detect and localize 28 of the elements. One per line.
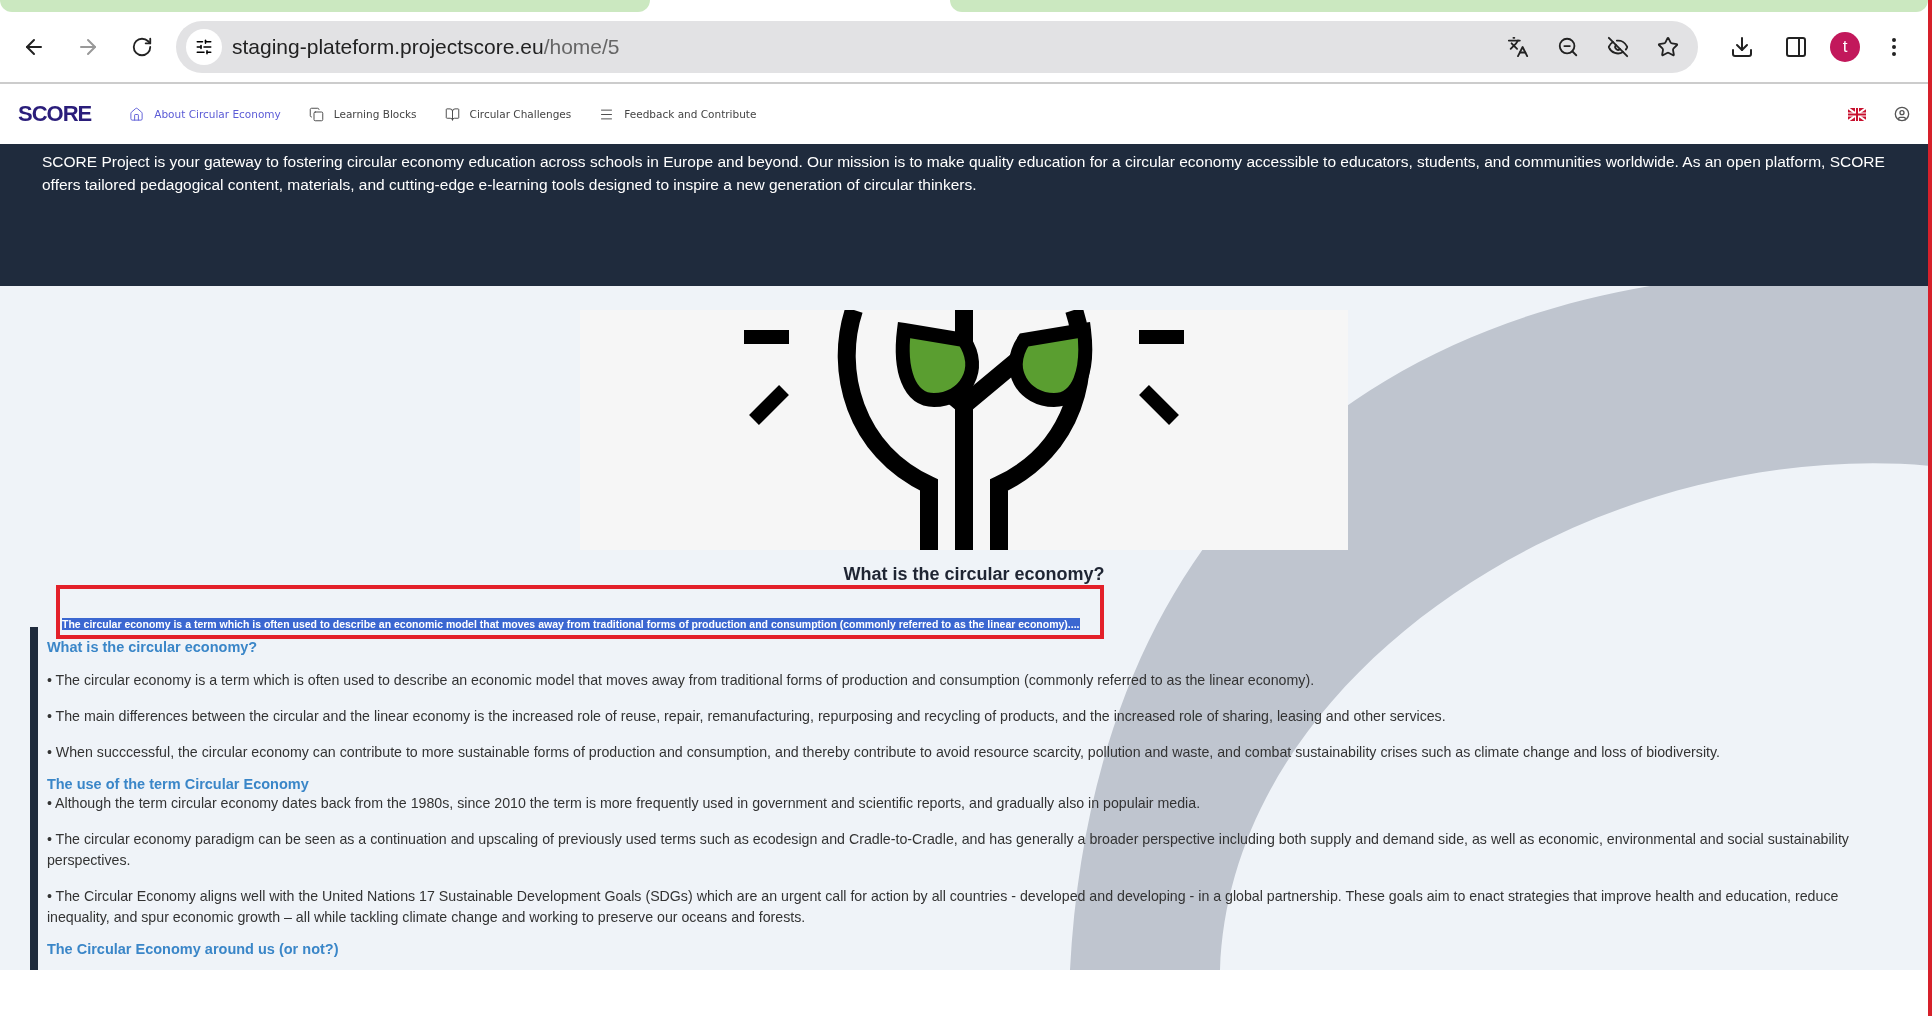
subheading: The use of the term Circular Economy (46, 776, 310, 792)
nav-link[interactable]: Circular Challenges (444, 106, 572, 122)
reload-icon (131, 36, 153, 58)
copy-icon (308, 106, 324, 122)
profile-avatar[interactable]: t (1830, 32, 1860, 62)
bullet-paragraph: • The Circular Economy aligns well with the United Nations 17 Sustainable Development Goals (SDGs) which are an urgent call for action by all countries - developed and developing - in a global partnership. These goals aim to enact strategies that improve health and education, reduce inequality, and spur economic growth – all while tackling climate change and working to preserve our oceans and forests. (46, 887, 1840, 927)
site-settings-icon[interactable] (186, 29, 222, 65)
section-title: What is the circular economy? (843, 564, 1105, 585)
uk-flag-icon[interactable] (1848, 107, 1866, 121)
nav-link[interactable]: About Circular Economy (129, 106, 281, 122)
book-icon (444, 106, 460, 122)
url-text: staging-plateform.projectscore.eu/home/5 (232, 35, 621, 59)
bullet-paragraph: • When succcessful, the circular economy can contribute to more sustainable forms of production and consumption, and thereby contribute to avoid resource scarcity, pollution and waste, and combat sustainability crises such as climate change and loss of biodiversity. (46, 743, 1721, 762)
bullet-paragraph: • Although the term circular economy dates back from the 1980s, since 2010 the term is more frequently used in government and scientific reports, and gradually also in populair media. (46, 794, 1202, 813)
home-icon (129, 106, 145, 122)
bullet-paragraph: • The circular economy paradigm can be seen as a continuation and upscaling of previously used terms such as ecodesign and Cradle-to-Cradle, and has generally a broader perspective including both supply and demand side, as well as economic, environmental and social sustainability perspectives. (46, 830, 1850, 870)
address-bar[interactable]: staging-plateform.projectscore.eu/home/5 (176, 21, 1698, 73)
nav-link[interactable]: Feedback and Contribute (599, 106, 757, 122)
user-icon[interactable] (1894, 106, 1910, 122)
menu-icon (599, 106, 615, 122)
intro-paragraph: SCORE Project is your gateway to fostering circular economy education across schools in Europe and beyond. Our mission is to make quality education for a circular economy accessible to educators, students, and communities worldwide. As an open platform, SCORE offers tailored pedagogical content, materials, and cutting-edge e-learning tools designed to inspire a new generation of circular thinkers. (42, 152, 1886, 195)
nav-link[interactable]: Learning Blocks (308, 106, 417, 122)
subheading: The Circular Economy around us (or not?) (46, 941, 340, 957)
bullet-paragraph: • The main differences between the circular and the linear economy is the increased role of reuse, repair, remanufacturing, repurposing and recycling of products, and the increased role of sharing, leasing and other services. (46, 707, 1447, 726)
subheading: What is the circular economy? (46, 639, 259, 655)
selected-excerpt: The circular economy is a term which is often used to describe an economic model that moves away from traditional forms of production and consumption (commonly referred to as the linear economy).... (62, 618, 1080, 630)
bullet-paragraph: • The circular economy is a term which is often used to describe an economic model that moves away from traditional forms of production and consumption (commonly referred to as the linear economy). (46, 671, 1316, 690)
site-logo[interactable]: SCORE (18, 101, 92, 127)
